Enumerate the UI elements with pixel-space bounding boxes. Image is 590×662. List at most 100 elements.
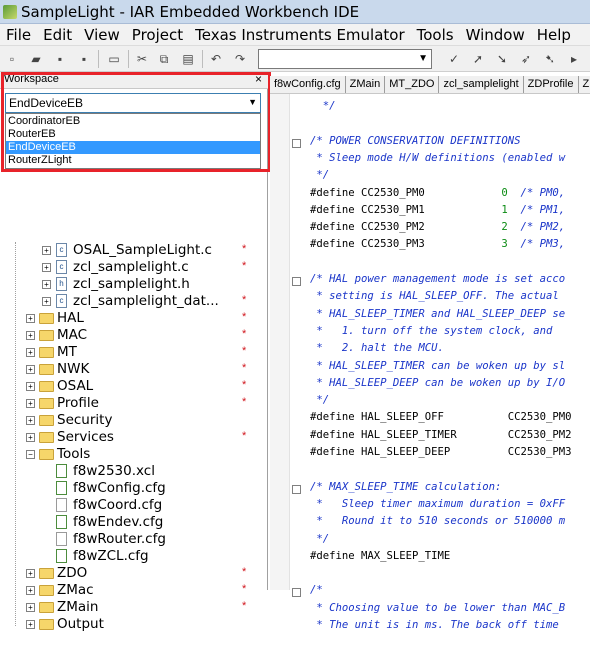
undo-icon[interactable]: ↶ — [208, 51, 224, 67]
new-file-icon[interactable]: ▫ — [4, 51, 20, 67]
expand-icon[interactable]: + — [26, 603, 35, 612]
tree-folder[interactable]: +Profile* — [0, 395, 268, 412]
tab-zcl-samplelight[interactable]: zcl_samplelight — [439, 76, 523, 93]
menu-edit[interactable]: Edit — [37, 26, 78, 44]
tree-folder[interactable]: −Tools — [0, 446, 268, 463]
tree-file[interactable]: f8w2530.xcl — [0, 463, 268, 480]
tree-folder[interactable]: +ZMain* — [0, 599, 268, 616]
tree-file[interactable]: +cOSAL_SampleLight.c* — [0, 242, 268, 259]
menu-file[interactable]: File — [0, 26, 37, 44]
find-combo[interactable]: ▼ — [258, 49, 432, 69]
expand-icon[interactable]: + — [26, 399, 35, 408]
tree-item-label: NWK — [57, 361, 89, 377]
menu-tools[interactable]: Tools — [411, 26, 460, 44]
tree-item-label: f8w2530.xcl — [73, 463, 155, 479]
fold-toggle-icon[interactable] — [292, 485, 301, 494]
editor-gutter — [270, 94, 290, 590]
tab-zdprofile[interactable]: ZDProfile — [524, 76, 579, 93]
copy-icon[interactable]: ⧉ — [156, 51, 172, 67]
expand-icon[interactable]: + — [26, 331, 35, 340]
code-line: * Sleep mode H/W definitions (enabled w — [310, 152, 565, 169]
tab-mt-zdo[interactable]: MT_ZDO — [385, 76, 439, 93]
expand-icon[interactable]: + — [42, 246, 51, 255]
tree-file[interactable]: f8wConfig.cfg — [0, 480, 268, 497]
tree-folder[interactable]: +HAL* — [0, 310, 268, 327]
tree-file[interactable]: f8wRouter.cfg — [0, 531, 268, 548]
expand-icon[interactable]: + — [26, 382, 35, 391]
expand-icon[interactable]: + — [42, 297, 51, 306]
tree-file[interactable]: +hzcl_samplelight.h — [0, 276, 268, 293]
expand-icon[interactable]: + — [26, 365, 35, 374]
paste-icon[interactable]: ▤ — [180, 51, 196, 67]
code-line: #define HAL_SLEEP_DEEP CC2530_PM3 — [310, 446, 572, 463]
fold-toggle-icon[interactable] — [292, 139, 301, 148]
tab-zmain[interactable]: ZMain — [346, 76, 386, 93]
expand-icon[interactable]: + — [42, 263, 51, 272]
modified-mark: * — [242, 294, 246, 306]
print-icon[interactable]: ▭ — [106, 51, 122, 67]
find-prev-icon[interactable]: ➘ — [494, 51, 510, 67]
tree-folder[interactable]: +ZDO* — [0, 565, 268, 582]
tree-item-label: ZMain — [57, 599, 98, 615]
tree-folder[interactable]: +NWK* — [0, 361, 268, 378]
bookmark-icon[interactable]: ➷ — [542, 51, 558, 67]
tree-file[interactable]: f8wEndev.cfg — [0, 514, 268, 531]
tree-file[interactable]: +czcl_samplelight.c* — [0, 259, 268, 276]
tree-folder[interactable]: +MAC* — [0, 327, 268, 344]
check-icon[interactable]: ✓ — [446, 51, 462, 67]
code-editor[interactable]: *//* POWER CONSERVATION DEFINITIONS * Sl… — [270, 94, 590, 590]
menu-window[interactable]: Window — [460, 26, 531, 44]
config-option-router[interactable]: RouterEB — [6, 128, 260, 141]
configuration-select[interactable]: EndDeviceEB ▼ — [5, 93, 261, 113]
fold-toggle-icon[interactable] — [292, 277, 301, 286]
tree-folder[interactable]: +Services* — [0, 429, 268, 446]
find-next-icon[interactable]: ➚ — [470, 51, 486, 67]
expand-icon[interactable]: + — [26, 314, 35, 323]
tree-file[interactable]: f8wZCL.cfg — [0, 548, 268, 565]
find-in-files-icon[interactable]: ➶ — [518, 51, 534, 67]
tree-folder[interactable]: +Security — [0, 412, 268, 429]
expand-icon[interactable]: + — [26, 416, 35, 425]
expand-icon[interactable]: + — [26, 433, 35, 442]
tree-item-label: f8wRouter.cfg — [73, 531, 166, 547]
cut-icon[interactable]: ✂ — [134, 51, 150, 67]
expand-icon[interactable]: + — [42, 280, 51, 289]
save-all-icon[interactable]: ▪ — [76, 51, 92, 67]
tab-f8wconfig[interactable]: f8wConfig.cfg — [270, 76, 346, 93]
tab-zd[interactable]: ZD — [579, 76, 590, 93]
menu-ti-emulator[interactable]: Texas Instruments Emulator — [189, 26, 411, 44]
project-tree: +cOSAL_SampleLight.c*+czcl_samplelight.c… — [0, 242, 268, 662]
expand-icon[interactable]: + — [26, 586, 35, 595]
goto-icon[interactable]: ▸ — [566, 51, 582, 67]
file-icon: c — [56, 294, 67, 308]
code-line: #define HAL_SLEEP_TIMER CC2530_PM2 — [310, 429, 572, 446]
code-line: /* — [310, 584, 323, 601]
expand-icon[interactable]: + — [26, 620, 35, 629]
menu-view[interactable]: View — [78, 26, 126, 44]
config-option-routerzlight[interactable]: RouterZLight — [6, 154, 260, 167]
tree-folder[interactable]: +Output — [0, 616, 268, 633]
tree-folder[interactable]: +ZMac* — [0, 582, 268, 599]
file-icon — [56, 515, 67, 529]
save-icon[interactable]: ▪ — [52, 51, 68, 67]
tree-folder[interactable]: +OSAL* — [0, 378, 268, 395]
redo-icon[interactable]: ↷ — [232, 51, 248, 67]
tree-file[interactable]: +czcl_samplelight_dat...* — [0, 293, 268, 310]
configuration-value: EndDeviceEB — [9, 96, 83, 110]
tree-item-label: ZMac — [57, 582, 94, 598]
config-option-enddevice[interactable]: EndDeviceEB — [6, 141, 260, 154]
config-option-coordinator[interactable]: CoordinatorEB — [6, 115, 260, 128]
tree-file[interactable]: f8wCoord.cfg — [0, 497, 268, 514]
code-line: */ — [310, 100, 336, 117]
tree-item-label: zcl_samplelight.c — [73, 259, 189, 275]
expand-icon[interactable]: + — [26, 569, 35, 578]
tree-item-label: f8wEndev.cfg — [73, 514, 163, 530]
menu-project[interactable]: Project — [126, 26, 189, 44]
expand-icon[interactable]: + — [26, 348, 35, 357]
code-line: * setting is HAL_SLEEP_OFF. The actual — [310, 290, 559, 307]
close-icon[interactable]: × — [255, 72, 262, 86]
tree-folder[interactable]: +MT* — [0, 344, 268, 361]
collapse-icon[interactable]: − — [26, 450, 35, 459]
menu-help[interactable]: Help — [531, 26, 577, 44]
open-folder-icon[interactable]: ▰ — [28, 51, 44, 67]
